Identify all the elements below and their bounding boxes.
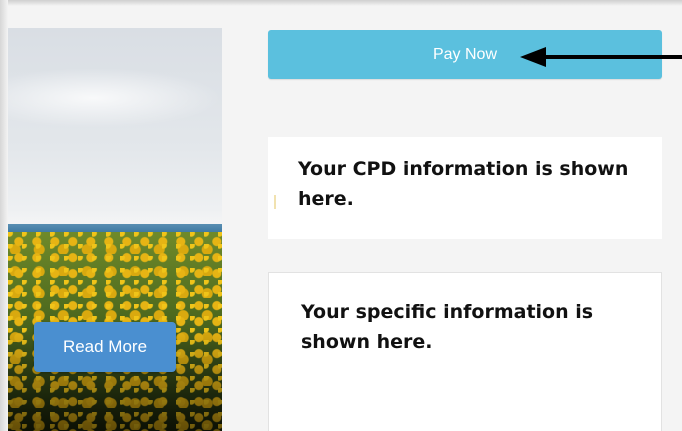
cpd-information-panel: Your CPD information is shown here. bbox=[268, 137, 662, 239]
left-arrow-icon bbox=[520, 47, 682, 67]
specific-information-panel: Your specific information is shown here. bbox=[268, 272, 662, 431]
sky-cloud bbox=[8, 68, 222, 128]
specific-information-text: Your specific information is shown here. bbox=[301, 301, 594, 353]
read-more-button[interactable]: Read More bbox=[34, 322, 176, 372]
text-cursor-mark bbox=[274, 195, 276, 209]
frame-top-edge bbox=[0, 0, 682, 6]
cpd-information-text: Your CPD information is shown here. bbox=[298, 158, 629, 210]
sunflower-field-image: Read More bbox=[8, 28, 222, 431]
frame-left-edge bbox=[0, 0, 8, 431]
page-frame: Read More Pay Now Your CPD information i… bbox=[0, 0, 682, 431]
horizon-line bbox=[8, 224, 222, 232]
